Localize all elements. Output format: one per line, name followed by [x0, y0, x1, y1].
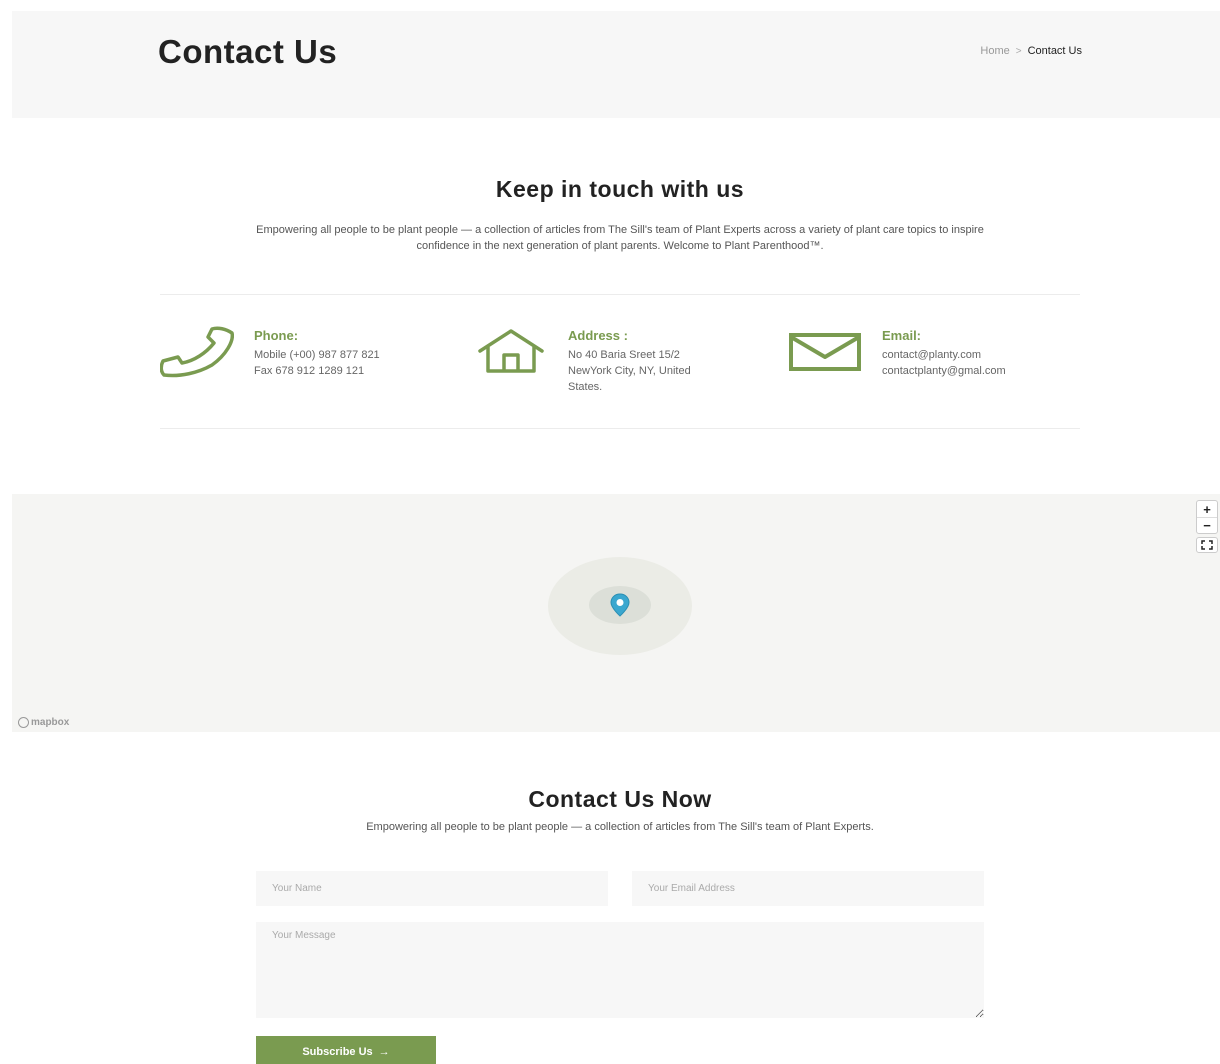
phone-icon: [160, 324, 234, 380]
contact-description: Empowering all people to be plant people…: [366, 821, 874, 833]
breadcrumb-current: Contact Us: [1027, 45, 1082, 57]
message-textarea[interactable]: [256, 922, 984, 1018]
subscribe-button-label: Subscribe Us: [302, 1046, 373, 1058]
breadcrumb: Home > Contact Us: [980, 45, 1082, 57]
mapbox-attribution[interactable]: mapbox: [18, 717, 69, 728]
contact-info-email: Email: contact@planty.com contactplanty@…: [788, 324, 1006, 380]
phone-mobile: Mobile (+00) 987 877 821: [254, 349, 380, 361]
page-title: Contact Us: [158, 33, 338, 70]
arrow-right-icon: →: [378, 1046, 390, 1058]
map[interactable]: + − mapbox: [12, 494, 1220, 732]
page-banner: Contact Us Home > Contact Us: [12, 11, 1220, 118]
address-line-3: States.: [568, 381, 603, 393]
divider: [160, 294, 1080, 295]
divider: [160, 428, 1080, 429]
map-zoom-controls: + −: [1196, 500, 1218, 534]
contact-info-address: Address : No 40 Baria Sreet 15/2 NewYork…: [474, 324, 691, 395]
fullscreen-icon: [1201, 540, 1213, 550]
phone-fax: Fax 678 912 1289 121: [254, 365, 365, 377]
section-title-keep-in-touch: Keep in touch with us: [495, 176, 745, 202]
mapbox-logo-icon: [18, 717, 29, 728]
zoom-in-button[interactable]: +: [1197, 501, 1217, 517]
fullscreen-button[interactable]: [1196, 537, 1218, 553]
section-title-contact-now: Contact Us Now: [528, 786, 712, 812]
email-input[interactable]: [632, 871, 984, 906]
name-input[interactable]: [256, 871, 608, 906]
home-icon: [474, 324, 548, 380]
mapbox-logo-text: mapbox: [31, 717, 70, 728]
address-label: Address :: [568, 328, 628, 343]
email-link-contact[interactable]: contact@planty.com: [882, 347, 1006, 363]
address-line-1: No 40 Baria Sreet 15/2: [568, 349, 680, 361]
envelope-icon: [788, 324, 862, 380]
map-pin-icon[interactable]: [610, 593, 630, 622]
zoom-out-button[interactable]: −: [1197, 517, 1217, 533]
breadcrumb-separator: >: [1015, 45, 1022, 57]
email-label: Email:: [882, 328, 922, 343]
contact-info-phone: Phone: Mobile (+00) 987 877 821 Fax 678 …: [160, 324, 380, 380]
section-description: Empowering all people to be plant people…: [256, 224, 984, 252]
email-link-contactplanty[interactable]: contactplanty@gmal.com: [882, 363, 1006, 379]
address-line-2: NewYork City, NY, United: [568, 365, 691, 377]
subscribe-button[interactable]: Subscribe Us →: [256, 1036, 436, 1064]
phone-label: Phone:: [254, 328, 299, 343]
breadcrumb-home-link[interactable]: Home: [980, 45, 1009, 57]
